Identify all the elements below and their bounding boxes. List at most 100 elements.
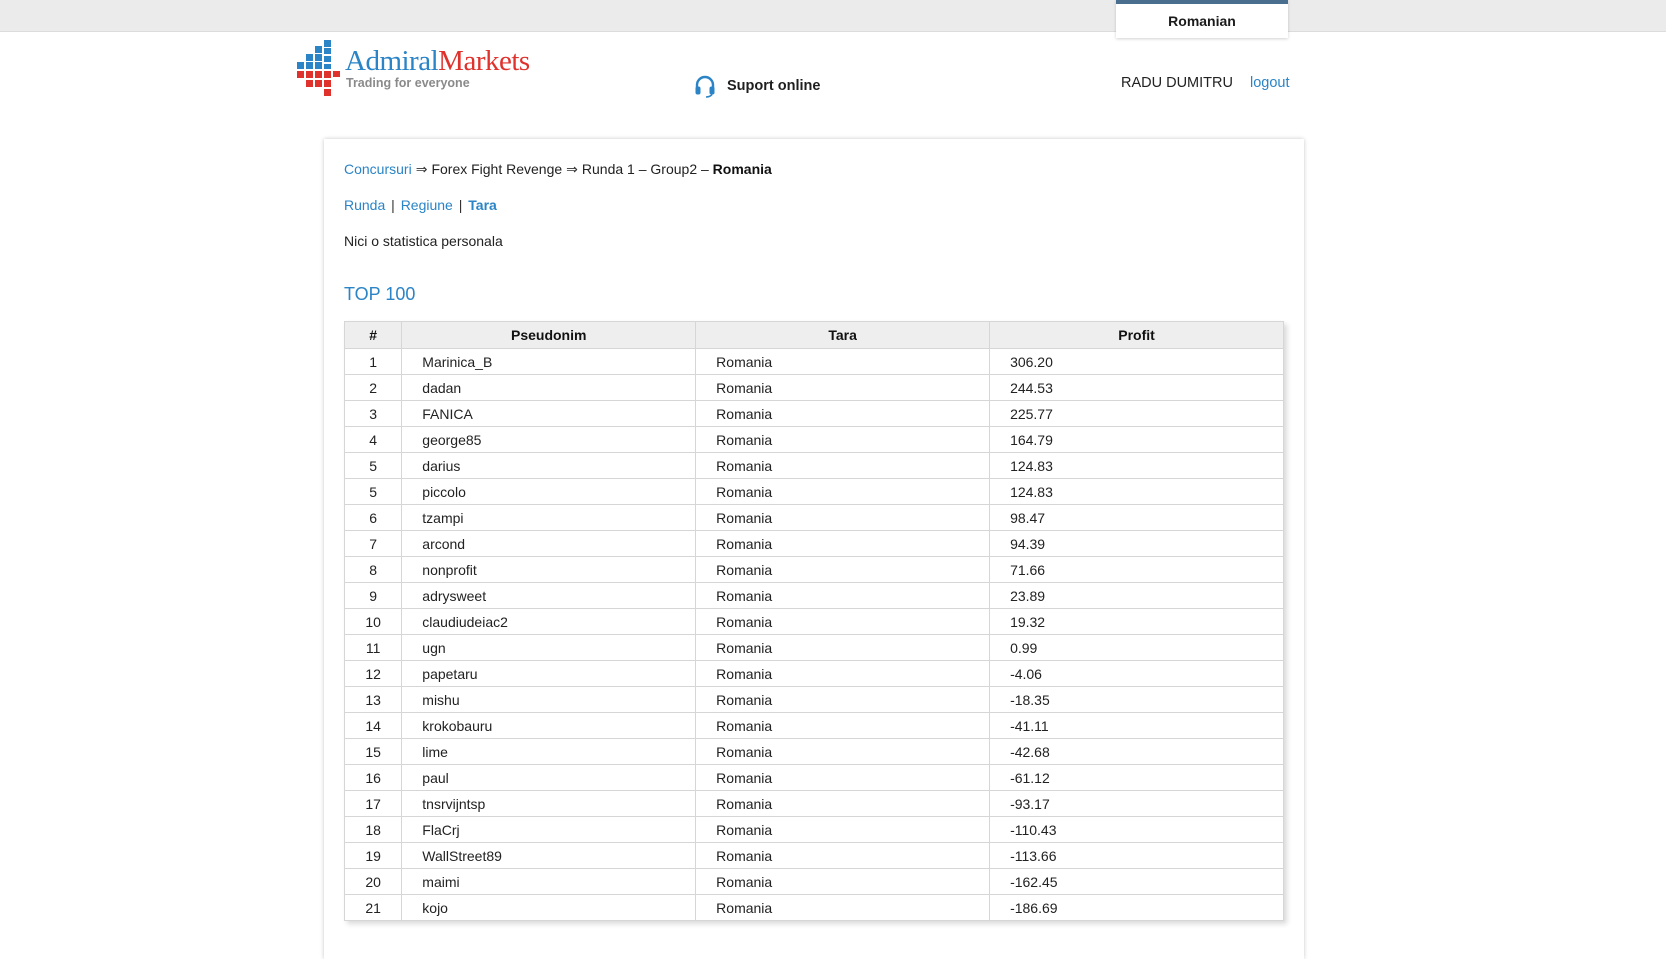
country-cell: Romania: [695, 608, 991, 635]
country-cell: Romania: [695, 634, 991, 661]
country-cell: Romania: [695, 452, 991, 479]
rank-cell: 13: [343, 686, 403, 713]
table-row: 5 piccolo Romania 124.83: [343, 478, 1284, 505]
pseudonim-cell: FANICA: [401, 400, 697, 427]
rank-cell: 17: [343, 790, 403, 817]
rank-cell: 20: [343, 868, 403, 895]
rank-cell: 15: [343, 738, 403, 765]
country-cell: Romania: [695, 764, 991, 791]
pseudonim-cell: papetaru: [401, 660, 697, 687]
profit-cell: -42.68: [989, 738, 1284, 765]
support-online-link[interactable]: Suport online: [693, 74, 820, 98]
pseudonim-cell: tzampi: [401, 504, 697, 531]
pseudonim-cell: kojo: [401, 894, 697, 921]
country-cell: Romania: [695, 426, 991, 453]
pseudonim-cell: tnsrvijntsp: [401, 790, 697, 817]
rank-cell: 16: [343, 764, 403, 791]
rank-cell: 21: [343, 894, 403, 921]
logo-tagline: Trading for everyone: [346, 76, 470, 90]
profit-cell: 124.83: [989, 452, 1284, 479]
pseudonim-cell: maimi: [401, 868, 697, 895]
tab-runda[interactable]: Runda: [344, 197, 385, 213]
country-cell: Romania: [695, 712, 991, 739]
pseudonim-cell: krokobauru: [401, 712, 697, 739]
logo-brand-part1: Admiral: [345, 45, 439, 77]
pseudonim-cell: piccolo: [401, 478, 697, 505]
profit-cell: -41.11: [989, 712, 1284, 739]
pseudonim-cell: mishu: [401, 686, 697, 713]
table-row: 5 darius Romania 124.83: [343, 452, 1284, 479]
breadcrumb-item-round: Runda 1 – Group2 –: [581, 161, 709, 177]
column-header-tara: Tara: [695, 321, 991, 349]
profit-cell: 244.53: [989, 374, 1284, 401]
pseudonim-cell: WallStreet89: [401, 842, 697, 869]
top-strip: [0, 0, 1666, 32]
pseudonim-cell: george85: [401, 426, 697, 453]
profit-cell: 19.32: [989, 608, 1284, 635]
profit-cell: -186.69: [989, 894, 1284, 921]
pseudonim-cell: nonprofit: [401, 556, 697, 583]
profit-cell: -61.12: [989, 764, 1284, 791]
logo-mark-icon: [297, 40, 340, 96]
pseudonim-cell: adrysweet: [401, 582, 697, 609]
rank-cell: 5: [343, 452, 403, 479]
profit-cell: 94.39: [989, 530, 1284, 557]
country-cell: Romania: [695, 504, 991, 531]
logout-link[interactable]: logout: [1250, 75, 1290, 91]
profit-cell: 98.47: [989, 504, 1284, 531]
pseudonim-cell: Marinica_B: [401, 348, 697, 375]
rank-cell: 9: [343, 582, 403, 609]
admiral-markets-logo[interactable]: AdmiralMarkets Trading for everyone: [297, 40, 547, 102]
tab-separator: |: [387, 197, 399, 213]
profit-cell: 124.83: [989, 478, 1284, 505]
rank-cell: 12: [343, 660, 403, 687]
column-header-profit: Profit: [989, 321, 1284, 349]
profit-cell: 225.77: [989, 400, 1284, 427]
pseudonim-cell: darius: [401, 452, 697, 479]
logo-wordmark: AdmiralMarkets: [345, 46, 530, 76]
pseudonim-cell: dadan: [401, 374, 697, 401]
profit-cell: 71.66: [989, 556, 1284, 583]
table-row: 21 kojo Romania -186.69: [343, 894, 1284, 921]
tab-regiune[interactable]: Regiune: [401, 197, 453, 213]
rank-cell: 6: [343, 504, 403, 531]
column-header-rank: #: [343, 321, 403, 349]
country-cell: Romania: [695, 556, 991, 583]
table-row: 1 Marinica_B Romania 306.20: [343, 348, 1284, 375]
breadcrumb-arrow-icon: ⇒: [415, 161, 428, 177]
tab-tara[interactable]: Tara: [468, 197, 497, 213]
rank-cell: 1: [343, 348, 403, 375]
pseudonim-cell: paul: [401, 764, 697, 791]
profit-cell: -162.45: [989, 868, 1284, 895]
country-cell: Romania: [695, 790, 991, 817]
pseudonim-cell: ugn: [401, 634, 697, 661]
table-row: 8 nonprofit Romania 71.66: [343, 556, 1284, 583]
language-tab[interactable]: Romanian: [1116, 0, 1288, 38]
table-row: 9 adrysweet Romania 23.89: [343, 582, 1284, 609]
profit-cell: 23.89: [989, 582, 1284, 609]
table-row: 14 krokobauru Romania -41.11: [343, 712, 1284, 739]
breadcrumb-item-contest: Forex Fight Revenge: [431, 161, 563, 177]
top-100-heading: TOP 100: [344, 284, 416, 304]
breadcrumb-link-concursuri[interactable]: Concursuri: [344, 161, 412, 177]
table-row: 6 tzampi Romania 98.47: [343, 504, 1284, 531]
profit-cell: -18.35: [989, 686, 1284, 713]
country-cell: Romania: [695, 374, 991, 401]
country-cell: Romania: [695, 842, 991, 869]
pseudonim-cell: arcond: [401, 530, 697, 557]
logo-brand-part2: Markets: [438, 45, 530, 77]
profit-cell: 164.79: [989, 426, 1284, 453]
table-row: 17 tnsrvijntsp Romania -93.17: [343, 790, 1284, 817]
table-row: 11 ugn Romania 0.99: [343, 634, 1284, 661]
rank-cell: 14: [343, 712, 403, 739]
country-cell: Romania: [695, 738, 991, 765]
personal-stats-note: Nici o statistica personala: [344, 233, 503, 249]
rank-cell: 4: [343, 426, 403, 453]
support-online-label: Suport online: [727, 78, 821, 94]
column-header-pseudonim: Pseudonim: [401, 321, 697, 349]
table-row: 3 FANICA Romania 225.77: [343, 400, 1284, 427]
pseudonim-cell: lime: [401, 738, 697, 765]
table-row: 2 dadan Romania 244.53: [343, 374, 1284, 401]
profit-cell: -93.17: [989, 790, 1284, 817]
country-cell: Romania: [695, 660, 991, 687]
